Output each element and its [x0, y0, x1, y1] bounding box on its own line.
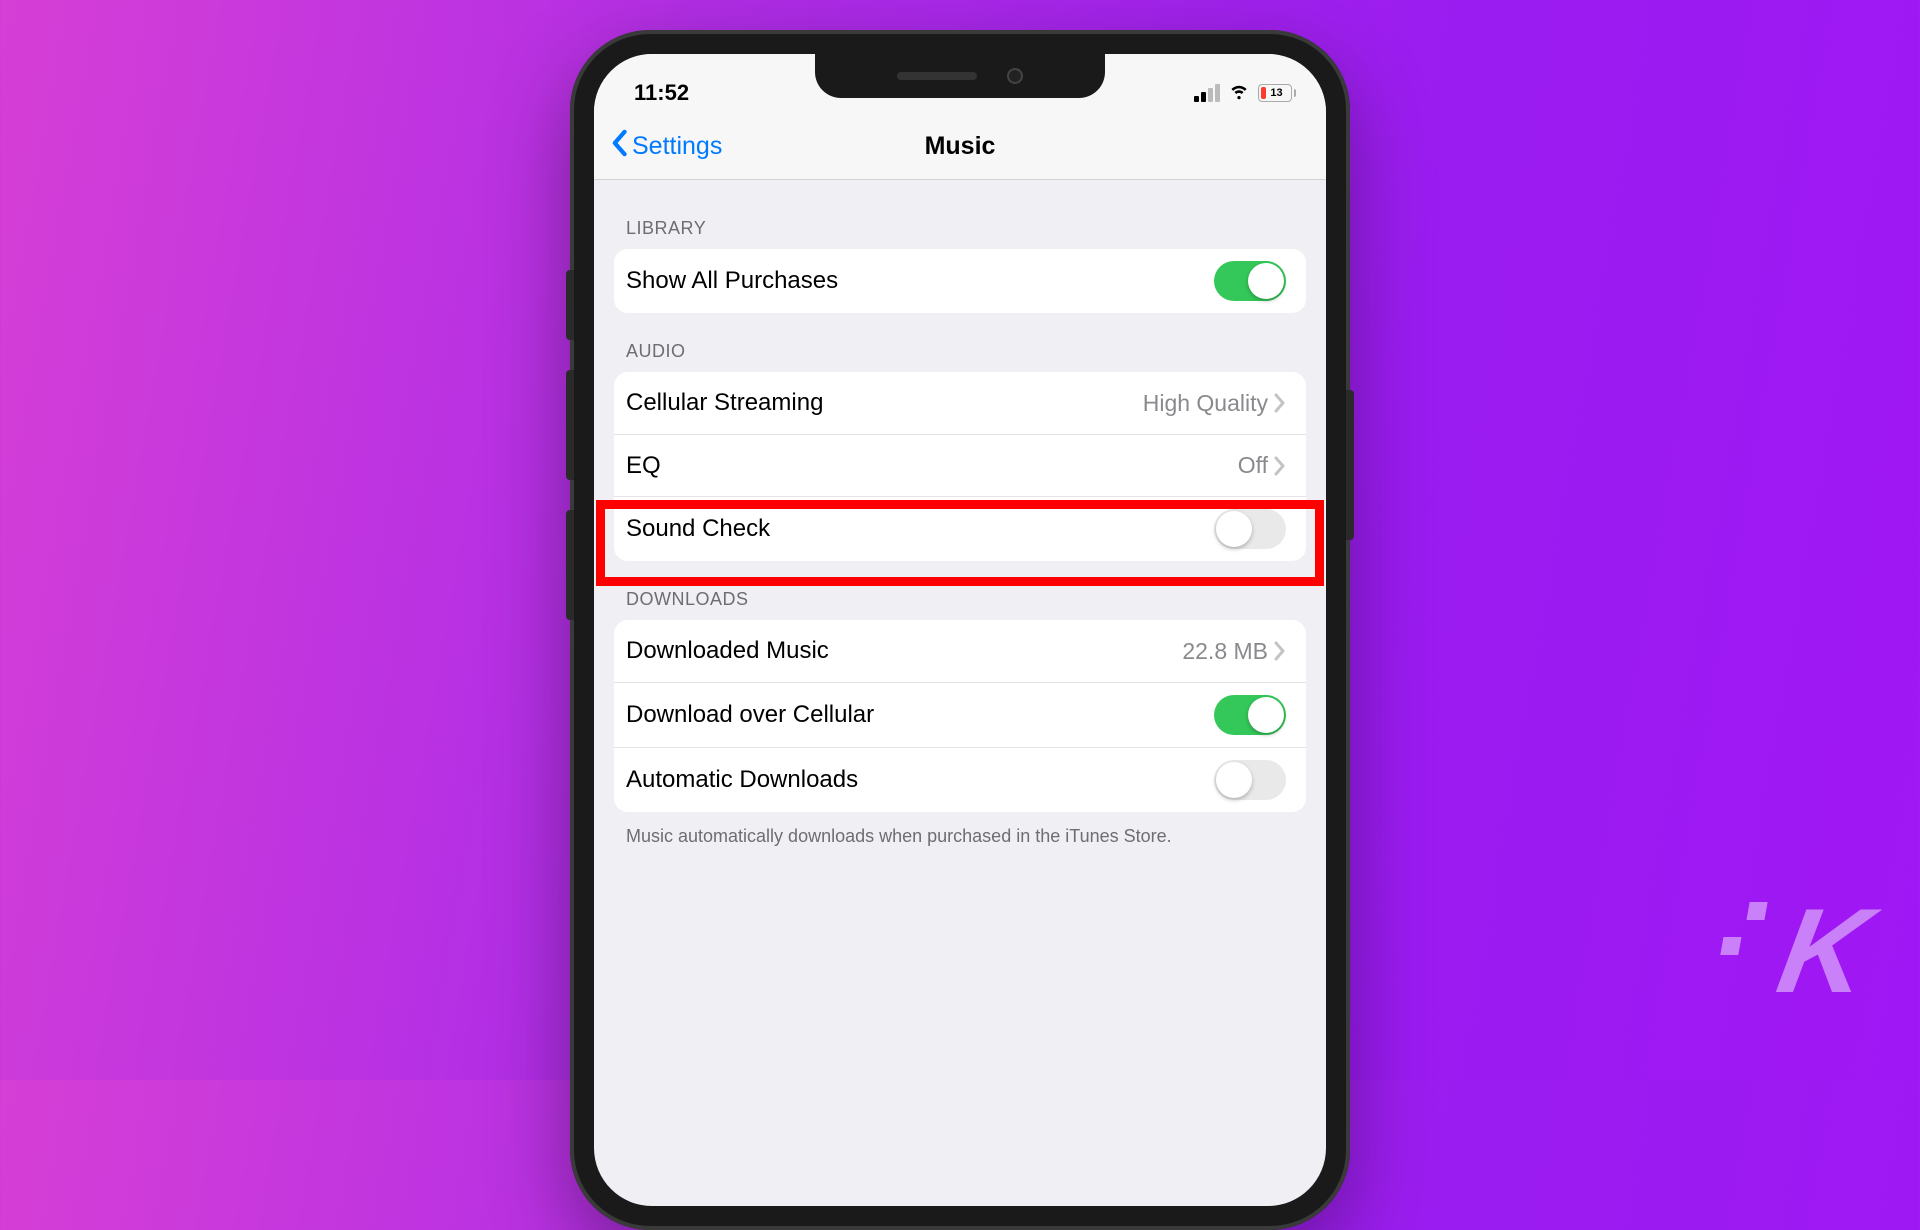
row-downloaded-music[interactable]: Downloaded Music 22.8 MB [614, 620, 1306, 682]
row-download-over-cellular[interactable]: Download over Cellular [614, 682, 1306, 747]
section-header-library: LIBRARY [594, 190, 1326, 249]
back-button[interactable]: Settings [610, 129, 722, 164]
row-value: High Quality [1143, 390, 1268, 417]
chevron-right-icon [1274, 456, 1286, 476]
group-library: Show All Purchases [614, 249, 1306, 313]
row-label: Sound Check [626, 515, 770, 543]
row-sound-check[interactable]: Sound Check [614, 496, 1306, 561]
wifi-icon [1228, 79, 1250, 106]
phone-side-button [1346, 390, 1354, 540]
phone-notch [815, 54, 1105, 98]
battery-percent: 13 [1261, 87, 1293, 99]
phone-side-button [566, 270, 574, 340]
row-value: Off [1238, 452, 1268, 479]
phone-side-button [566, 370, 574, 480]
row-label: Show All Purchases [626, 267, 838, 295]
row-show-all-purchases[interactable]: Show All Purchases [614, 249, 1306, 313]
row-label: Download over Cellular [626, 701, 874, 729]
row-value: 22.8 MB [1182, 638, 1268, 665]
status-time: 11:52 [634, 80, 689, 106]
nav-bar: Settings Music [594, 114, 1326, 180]
toggle-download-over-cellular[interactable] [1214, 695, 1286, 735]
cellular-signal-icon [1194, 84, 1220, 102]
chevron-right-icon [1274, 393, 1286, 413]
section-header-downloads: DOWNLOADS [594, 561, 1326, 620]
row-automatic-downloads[interactable]: Automatic Downloads [614, 747, 1306, 812]
section-header-audio: AUDIO [594, 313, 1326, 372]
row-label: Automatic Downloads [626, 766, 858, 794]
status-indicators: 13 [1194, 79, 1297, 106]
phone-screen: 11:52 13 [594, 54, 1326, 1206]
row-label: Downloaded Music [626, 637, 829, 665]
toggle-show-all-purchases[interactable] [1214, 261, 1286, 301]
row-label: EQ [626, 452, 661, 480]
group-downloads: Downloaded Music 22.8 MB Download over C… [614, 620, 1306, 812]
battery-icon: 13 [1258, 84, 1297, 102]
phone-camera [1007, 68, 1023, 84]
toggle-sound-check[interactable] [1214, 509, 1286, 549]
phone-frame: 11:52 13 [570, 30, 1350, 1230]
chevron-left-icon [610, 129, 632, 164]
back-label: Settings [632, 132, 722, 161]
settings-content: LIBRARY Show All Purchases AUDIO Cellula… [594, 180, 1326, 848]
phone-side-button [566, 510, 574, 620]
row-cellular-streaming[interactable]: Cellular Streaming High Quality [614, 372, 1306, 434]
row-label: Cellular Streaming [626, 389, 823, 417]
phone-speaker [897, 72, 977, 80]
chevron-right-icon [1274, 641, 1286, 661]
section-footer-downloads: Music automatically downloads when purch… [594, 812, 1326, 848]
watermark-logo: K [1769, 882, 1872, 1020]
row-eq[interactable]: EQ Off [614, 434, 1306, 496]
page-title: Music [925, 132, 996, 161]
group-audio: Cellular Streaming High Quality EQ Off [614, 372, 1306, 561]
toggle-automatic-downloads[interactable] [1214, 760, 1286, 800]
